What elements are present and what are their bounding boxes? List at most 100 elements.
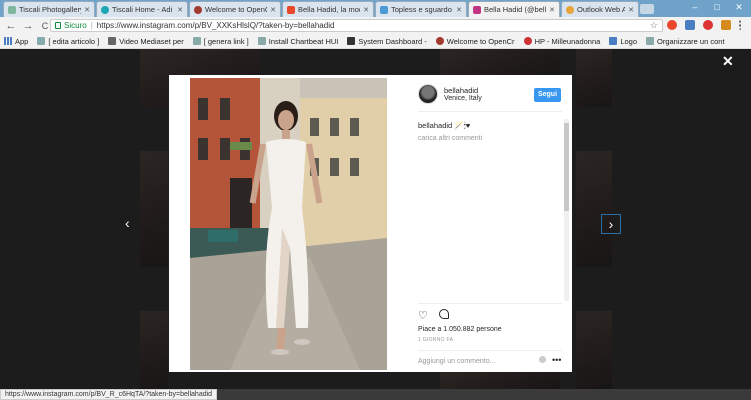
tab-favicon-icon xyxy=(380,5,388,14)
extension-icon[interactable] xyxy=(685,20,695,30)
tab-tiscali-photogallery[interactable]: Tiscali Photogallery ✕ xyxy=(3,1,95,17)
bookmark-item[interactable]: [ genera link ] xyxy=(192,36,249,46)
url-text[interactable]: https://www.instagram.com/p/BV_XXKsHlslQ… xyxy=(97,21,335,30)
close-tab-icon[interactable]: ✕ xyxy=(628,6,634,14)
tab-title: Topless e sguardo xyxy=(391,5,452,14)
bookmark-item[interactable]: Logo xyxy=(609,37,637,46)
bookmark-label: System Dashboard - xyxy=(358,36,427,46)
page-icon xyxy=(646,37,654,45)
close-tab-icon[interactable]: ✕ xyxy=(84,6,90,14)
maximize-icon[interactable]: □ xyxy=(706,0,728,14)
more-options-icon[interactable]: ••• xyxy=(552,355,561,365)
comments-scrollbar[interactable] xyxy=(564,119,569,301)
bookmark-star-icon[interactable]: ☆ xyxy=(650,20,658,31)
page-icon xyxy=(523,37,532,45)
bookmark-item[interactable]: Install Chartbeat HUI xyxy=(257,36,339,46)
divider xyxy=(418,303,562,304)
close-window-icon[interactable]: ✕ xyxy=(728,0,750,14)
previous-post-icon[interactable]: ‹ xyxy=(125,215,130,231)
post-modal: bellahadid Venice, Italy Segui bellahadi… xyxy=(169,75,572,372)
post-photo[interactable] xyxy=(190,78,387,370)
close-tab-icon[interactable]: ✕ xyxy=(177,6,183,14)
page-icon xyxy=(609,37,618,45)
page-icon xyxy=(257,37,266,45)
bookmark-label: HP - Milleunadonna xyxy=(534,36,601,46)
bookmark-item[interactable]: Welcome to OpenCr xyxy=(435,36,515,46)
tab-title: Bella Hadid, la mod xyxy=(298,5,361,14)
status-bar-url: https://www.instagram.com/p/BV_R_c6HqTA/… xyxy=(0,389,218,400)
close-tab-icon[interactable]: ✕ xyxy=(270,6,276,14)
tab-bella-hadid-article[interactable]: Bella Hadid, la mod ✕ xyxy=(282,1,374,17)
bookmark-item[interactable]: Video Mediaset per xyxy=(108,37,184,46)
bookmark-label: Welcome to OpenCr xyxy=(446,36,515,46)
avatar[interactable] xyxy=(418,84,438,104)
tab-title: Tiscali Photogallery xyxy=(19,5,82,14)
post-date: 1 GIORNO FA xyxy=(418,337,454,343)
tab-outlook[interactable]: Outlook Web App ✕ xyxy=(561,1,639,17)
tab-topless[interactable]: Topless e sguardo ✕ xyxy=(375,1,467,17)
menu-kebab-icon[interactable] xyxy=(739,20,743,30)
heart-icon[interactable]: ♡ xyxy=(418,309,428,322)
load-more-comments-link[interactable]: carica altri commenti xyxy=(418,135,482,142)
tab-favicon-icon xyxy=(566,5,574,14)
bookmark-label: [ edita articolo ] xyxy=(48,36,100,46)
venice-photo-image xyxy=(190,78,387,370)
page-icon xyxy=(37,37,46,45)
divider xyxy=(418,350,562,351)
close-tab-icon[interactable]: ✕ xyxy=(456,6,462,14)
comment-icon[interactable] xyxy=(439,309,449,319)
add-comment-input[interactable]: Aggiungi un commento... xyxy=(418,358,495,365)
close-modal-icon[interactable]: ✕ xyxy=(722,53,734,70)
tab-bella-hadid-instagram[interactable]: Bella Hadid (@bella ✕ xyxy=(468,1,560,17)
browser-toolbar: ← → C Sicuro | https://www.instagram.com… xyxy=(0,17,751,34)
bookmark-apps[interactable]: App xyxy=(4,37,28,46)
bookmark-label: Organizzare un cont xyxy=(657,36,725,46)
bookmark-label: App xyxy=(15,36,29,46)
tab-favicon-icon xyxy=(101,5,109,14)
minimize-icon[interactable]: – xyxy=(684,0,706,14)
tab-title: Tiscali Home - Adi xyxy=(112,5,173,14)
back-arrow-icon[interactable]: ← xyxy=(5,20,17,32)
post-location[interactable]: Venice, Italy xyxy=(444,95,482,102)
bookmark-label: [ genera link ] xyxy=(203,36,249,46)
url-separator: | xyxy=(90,21,93,30)
instagram-icon xyxy=(473,5,481,14)
bookmark-item[interactable]: HP - Milleunadonna xyxy=(523,36,601,46)
bookmarks-bar: App [ edita articolo ] Video Mediaset pe… xyxy=(0,34,751,49)
follow-button[interactable]: Segui xyxy=(534,88,561,102)
bookmark-label: Video Mediaset per xyxy=(119,36,184,46)
page-icon xyxy=(108,37,117,45)
tab-title: Outlook Web App xyxy=(577,5,625,14)
bookmark-label: Install Chartbeat HUI xyxy=(268,36,339,46)
apps-grid-icon xyxy=(4,37,12,45)
tab-title: Welcome to OpenC xyxy=(205,5,268,14)
bookmark-item[interactable]: System Dashboard - xyxy=(347,36,427,46)
address-bar[interactable]: Sicuro | https://www.instagram.com/p/BV_… xyxy=(50,19,663,32)
page-icon xyxy=(192,37,201,45)
likes-count[interactable]: Piace a 1.050.882 persone xyxy=(418,326,502,333)
extension-icon[interactable] xyxy=(721,20,731,30)
next-post-icon[interactable]: › xyxy=(601,214,621,234)
extension-icon[interactable] xyxy=(703,20,713,30)
tab-strip: Tiscali Photogallery ✕ Tiscali Home - Ad… xyxy=(0,0,751,17)
close-tab-icon[interactable]: ✕ xyxy=(549,6,555,14)
tab-favicon-icon xyxy=(194,5,202,14)
close-tab-icon[interactable]: ✕ xyxy=(363,6,369,14)
extension-icon[interactable] xyxy=(667,20,677,30)
secure-label: Sicuro xyxy=(64,21,87,30)
post-username[interactable]: bellahadid xyxy=(444,86,478,95)
tab-tiscali-home[interactable]: Tiscali Home - Adi ✕ xyxy=(96,1,188,17)
settings-icon xyxy=(347,37,356,45)
lock-icon xyxy=(55,22,61,29)
tab-welcome-openc[interactable]: Welcome to OpenC ✕ xyxy=(189,1,281,17)
scrollbar-thumb[interactable] xyxy=(564,123,569,211)
tab-title: Bella Hadid (@bella xyxy=(484,5,547,14)
tab-favicon-icon xyxy=(8,5,16,14)
post-caption: bellahadid 🪄🕯♥ xyxy=(418,121,471,130)
forward-arrow-icon[interactable]: → xyxy=(22,20,34,32)
emoji-icon[interactable] xyxy=(539,356,546,363)
tab-favicon-icon xyxy=(287,5,295,14)
bookmark-item[interactable]: Organizzare un cont xyxy=(646,37,725,46)
new-tab-button[interactable] xyxy=(640,4,654,14)
bookmark-item[interactable]: [ edita articolo ] xyxy=(37,37,99,46)
